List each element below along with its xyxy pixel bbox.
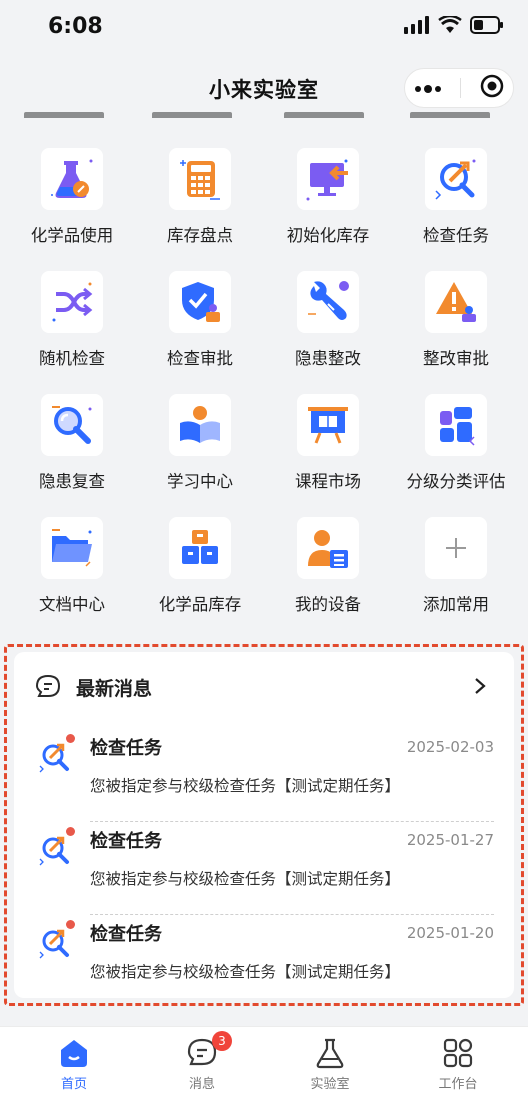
grid-item-course-market[interactable]: 课程市场 bbox=[264, 394, 392, 492]
tab-laboratory[interactable]: 实验室 bbox=[264, 1027, 396, 1116]
message-title: 检查任务 bbox=[90, 738, 162, 759]
unread-dot bbox=[66, 920, 75, 929]
home-icon bbox=[61, 1040, 87, 1067]
tab-bar: 首页 3 消息 实验室 工作台 bbox=[0, 1026, 528, 1116]
grid-item-grading-assessment[interactable]: 分级分类评估 bbox=[392, 394, 520, 492]
grid-label: 化学品使用 bbox=[30, 226, 114, 245]
tab-label: 实验室 bbox=[310, 1077, 350, 1092]
grid-item-chemical-stock[interactable]: 化学品库存 bbox=[136, 517, 264, 615]
grid-label: 学习中心 bbox=[167, 472, 233, 491]
grid-item-init-inventory[interactable]: 初始化库存 bbox=[264, 148, 392, 246]
blocks-icon bbox=[425, 394, 487, 456]
folder-icon bbox=[41, 517, 103, 579]
tab-workbench[interactable]: 工作台 bbox=[392, 1027, 524, 1116]
grid-item-inventory-count[interactable]: 库存盘点 bbox=[136, 148, 264, 246]
grid-label: 库存盘点 bbox=[167, 226, 233, 245]
wrench-icon bbox=[297, 271, 359, 333]
presentation-icon bbox=[297, 394, 359, 456]
grid-label: 隐患复查 bbox=[39, 472, 105, 491]
grid-item-learning-center[interactable]: 学习中心 bbox=[136, 394, 264, 492]
message-item[interactable]: 检查任务 2025-01-27 您被指定参与校级检查任务【测试定期任务】 bbox=[34, 825, 494, 915]
wifi-icon bbox=[438, 16, 462, 33]
inspect-search-icon bbox=[39, 743, 69, 773]
status-icons bbox=[404, 16, 504, 34]
grid-item-rectify-approval[interactable]: 整改审批 bbox=[392, 271, 520, 369]
shield-check-icon bbox=[169, 271, 231, 333]
flask-icon bbox=[41, 148, 103, 210]
grid-label: 随机检查 bbox=[39, 349, 105, 368]
tab-label: 首页 bbox=[60, 1077, 87, 1092]
tab-label: 工作台 bbox=[438, 1077, 478, 1092]
message-text: 您被指定参与校级检查任务【测试定期任务】 bbox=[90, 870, 401, 888]
message-text: 您被指定参与校级检查任务【测试定期任务】 bbox=[90, 963, 401, 981]
grid-item-hazard-review[interactable]: 隐患复查 bbox=[8, 394, 136, 492]
grid-item-document-center[interactable]: 文档中心 bbox=[8, 517, 136, 615]
messages-header[interactable]: 最新消息 bbox=[34, 672, 494, 702]
grid-label: 添加常用 bbox=[423, 595, 489, 614]
grid-item-check-approval[interactable]: 检查审批 bbox=[136, 271, 264, 369]
mini-program-capsule bbox=[404, 68, 514, 108]
grid-label: 整改审批 bbox=[423, 349, 489, 368]
grid-item-my-devices[interactable]: 我的设备 bbox=[264, 517, 392, 615]
capsule-divider bbox=[460, 78, 462, 98]
grid-label: 分级分类评估 bbox=[406, 472, 506, 491]
signal-icon bbox=[404, 16, 429, 34]
grid-label: 隐患整改 bbox=[295, 349, 361, 368]
grid-label: 检查审批 bbox=[167, 349, 233, 368]
close-mini-program-icon[interactable] bbox=[480, 74, 504, 102]
divider bbox=[90, 821, 494, 822]
message-date: 2025-02-03 bbox=[406, 738, 494, 756]
battery-icon bbox=[470, 16, 503, 34]
grid-label: 课程市场 bbox=[295, 472, 361, 491]
messages-title: 最新消息 bbox=[76, 677, 153, 700]
grid-item-add-favorite[interactable]: 添加常用 bbox=[392, 517, 520, 615]
calculator-icon bbox=[169, 148, 231, 210]
message-item[interactable]: 检查任务 2025-02-03 您被指定参与校级检查任务【测试定期任务】 bbox=[34, 732, 494, 822]
message-text: 您被指定参与校级检查任务【测试定期任务】 bbox=[90, 777, 401, 795]
message-title: 检查任务 bbox=[90, 924, 162, 945]
message-bubble-icon bbox=[35, 674, 61, 697]
shuffle-icon bbox=[41, 271, 103, 333]
grid-item-hazard-rectify[interactable]: 隐患整改 bbox=[264, 271, 392, 369]
grid-item-chemical-use[interactable]: 化学品使用 bbox=[8, 148, 136, 246]
inspect-search-icon bbox=[39, 836, 69, 866]
chevron-right-icon[interactable] bbox=[472, 676, 488, 696]
grid-label: 文档中心 bbox=[39, 595, 105, 614]
boxes-icon bbox=[169, 517, 231, 579]
more-icon[interactable] bbox=[414, 79, 442, 98]
tab-messages[interactable]: 3 消息 bbox=[136, 1027, 268, 1116]
status-bar: 6:08 bbox=[0, 0, 528, 56]
message-item[interactable]: 检查任务 2025-01-20 您被指定参与校级检查任务【测试定期任务】 bbox=[34, 918, 494, 1008]
latest-messages-card: 最新消息 检查任务 2025-02-03 您被指定参与校级检查任务【测试定期任务… bbox=[14, 652, 514, 998]
warning-stamp-icon bbox=[425, 271, 487, 333]
message-date: 2025-01-27 bbox=[406, 831, 494, 849]
inspect-search-icon bbox=[39, 929, 69, 959]
message-title: 检查任务 bbox=[90, 831, 162, 852]
unread-dot bbox=[66, 734, 75, 743]
user-device-icon bbox=[297, 517, 359, 579]
scrolled-row-remnant bbox=[0, 108, 528, 124]
flask-tab-icon bbox=[316, 1038, 344, 1069]
grid-label: 化学品库存 bbox=[158, 595, 242, 614]
divider bbox=[90, 914, 494, 915]
grid-label: 检查任务 bbox=[423, 226, 489, 245]
inspect-search-icon bbox=[425, 148, 487, 210]
tab-home[interactable]: 首页 bbox=[8, 1027, 140, 1116]
magnifier-icon bbox=[41, 394, 103, 456]
grid-item-inspection-task[interactable]: 检查任务 bbox=[392, 148, 520, 246]
status-time: 6:08 bbox=[48, 14, 103, 39]
grid-icon bbox=[443, 1038, 473, 1068]
message-date: 2025-01-20 bbox=[406, 924, 494, 942]
grid-label: 我的设备 bbox=[295, 595, 361, 614]
tab-label: 消息 bbox=[188, 1077, 215, 1092]
unread-dot bbox=[66, 827, 75, 836]
unread-badge: 3 bbox=[212, 1031, 232, 1051]
reader-book-icon bbox=[169, 394, 231, 456]
grid-label: 初始化库存 bbox=[286, 226, 370, 245]
grid-item-random-check[interactable]: 随机检查 bbox=[8, 271, 136, 369]
monitor-import-icon bbox=[297, 148, 359, 210]
plus-icon bbox=[425, 517, 487, 579]
